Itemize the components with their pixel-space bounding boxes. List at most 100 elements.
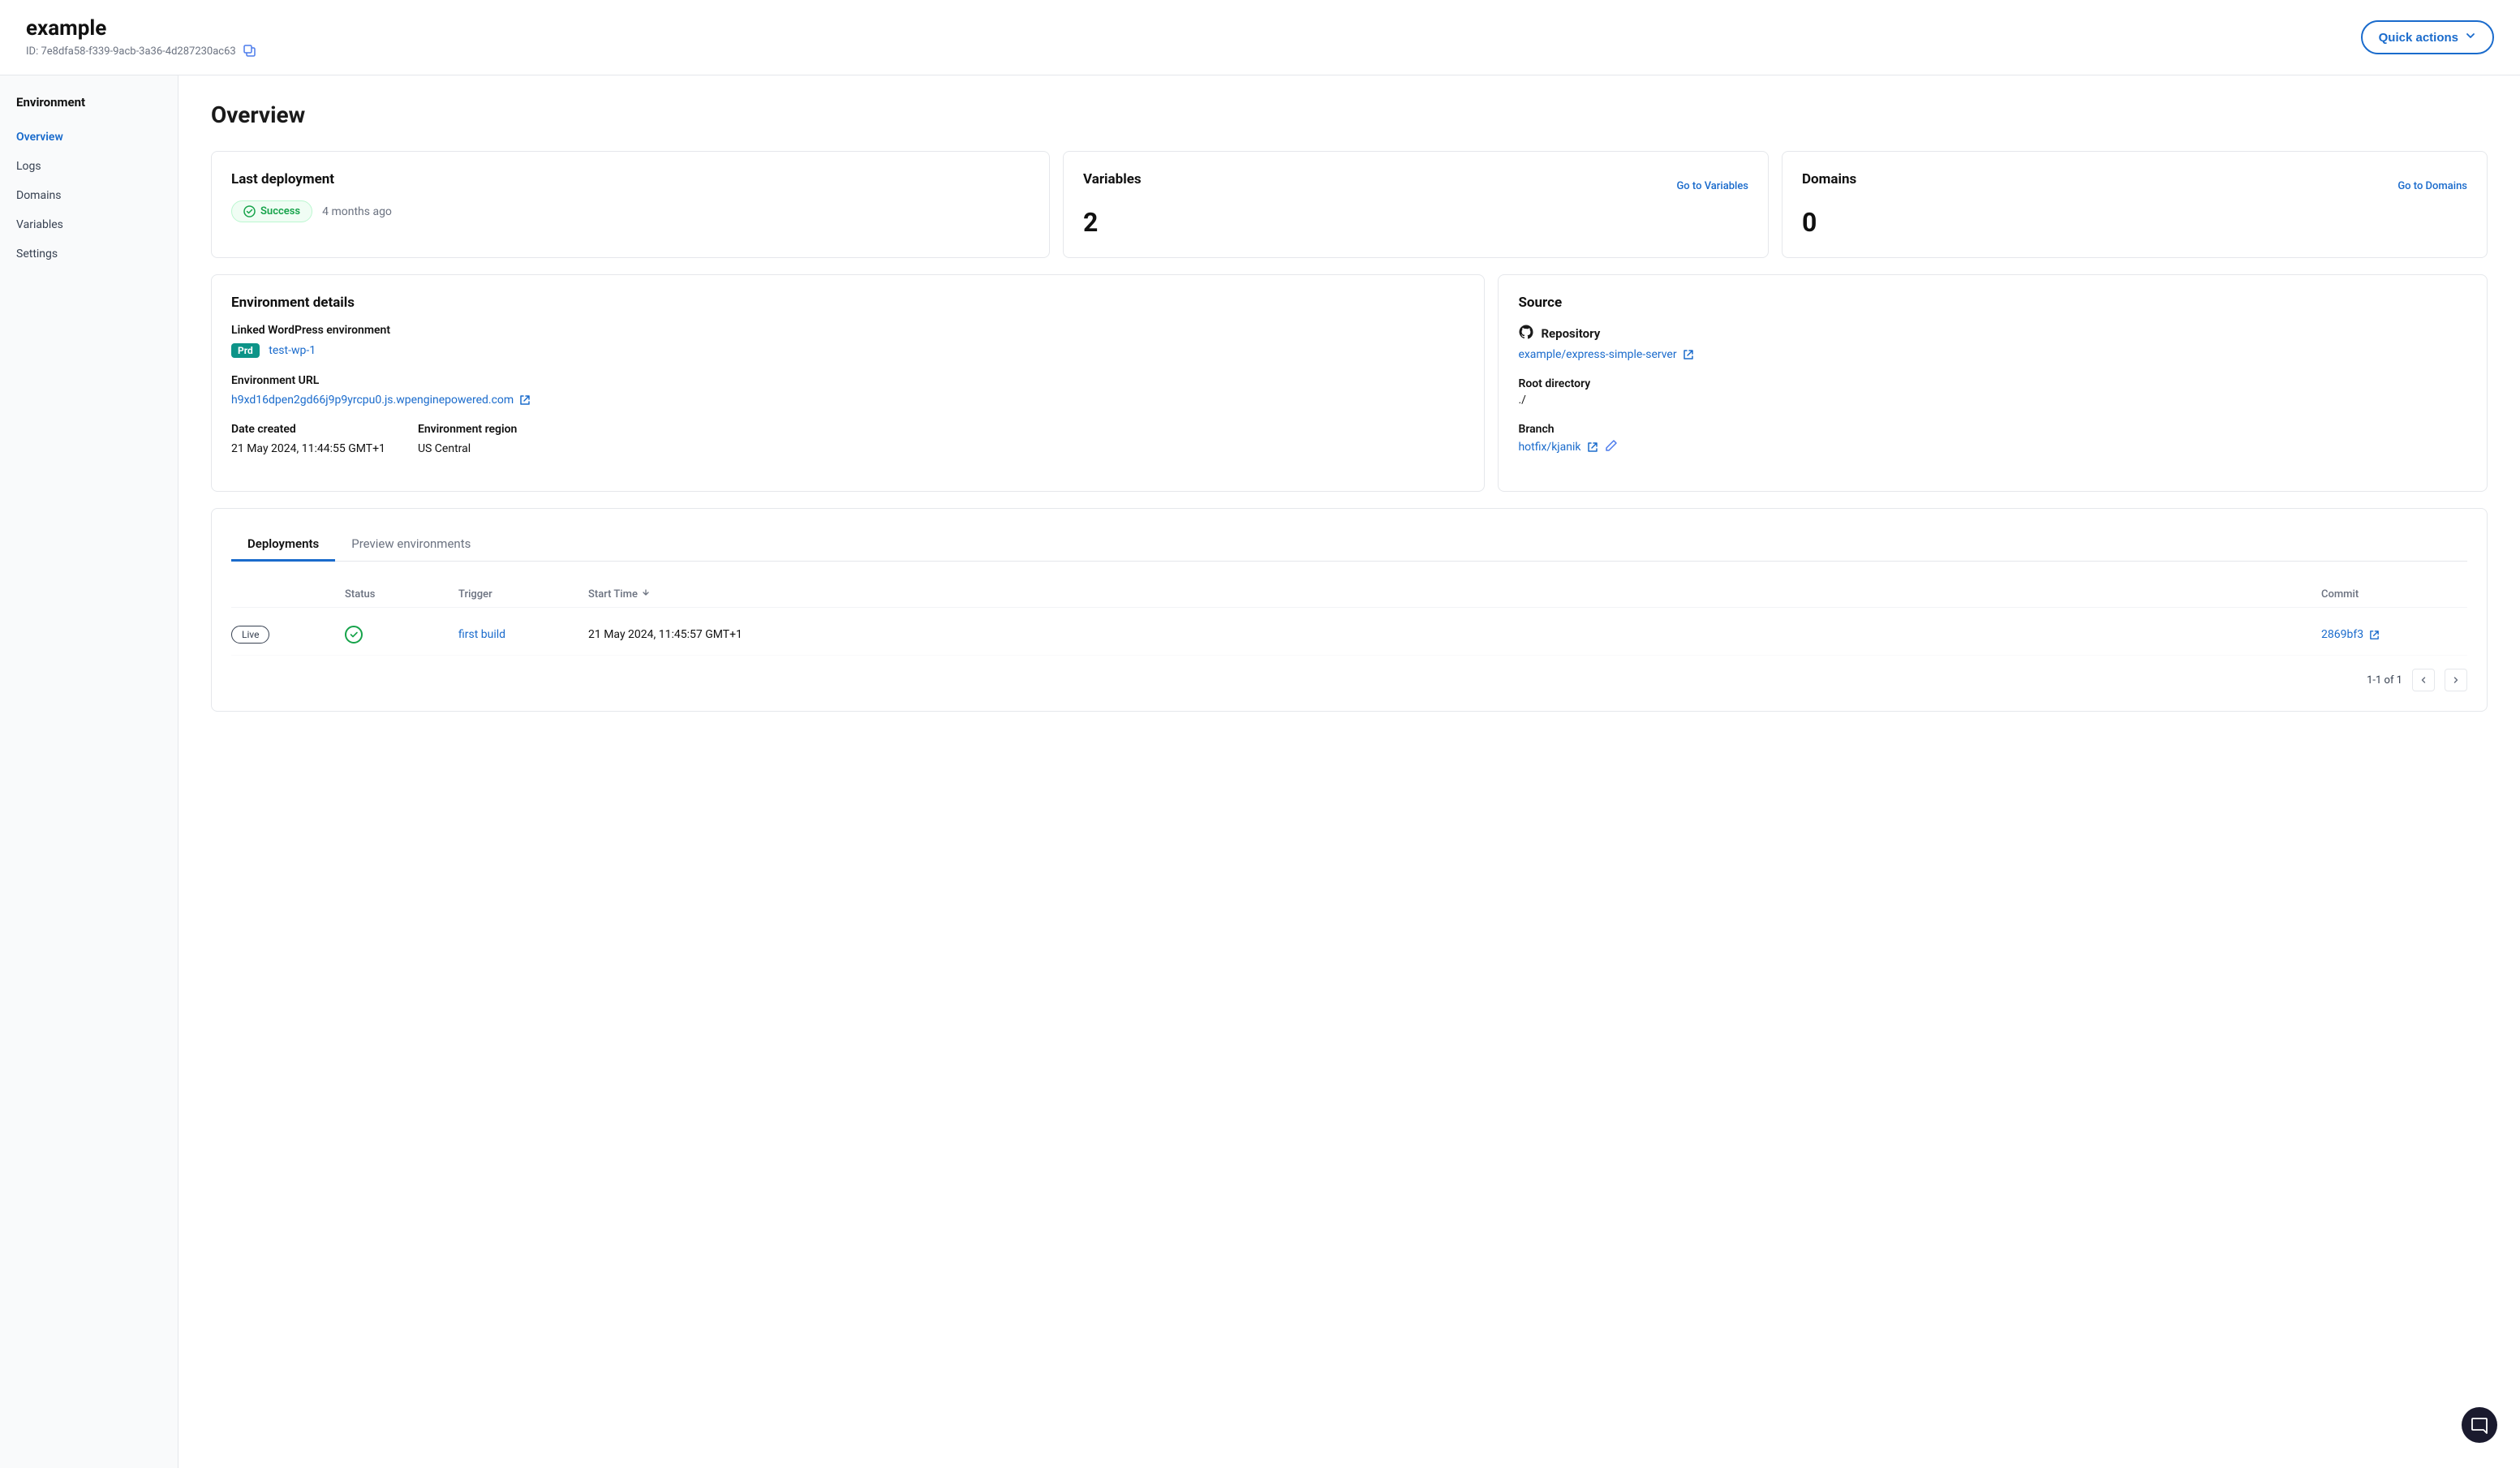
- success-check-icon: [345, 626, 363, 644]
- prd-badge: Prd: [231, 343, 260, 358]
- branch-link[interactable]: hotfix/kjanik: [1518, 441, 1598, 454]
- wp-env-link[interactable]: test-wp-1: [269, 344, 316, 357]
- sidebar-item-settings[interactable]: Settings: [0, 239, 178, 269]
- env-url-text: h9xd16dpen2gd66j9p9yrcpu0.js.wpenginepow…: [231, 394, 514, 407]
- quick-actions-label: Quick actions: [2379, 31, 2458, 45]
- trigger-link[interactable]: first build: [458, 628, 505, 641]
- repo-link-text: example/express-simple-server: [1518, 348, 1676, 361]
- last-deployment-title: Last deployment: [231, 171, 1030, 187]
- linked-wp-label: Linked WordPress environment: [231, 324, 1464, 337]
- app-title: example: [26, 16, 257, 41]
- env-region-label: Environment region: [418, 423, 517, 436]
- sidebar-item-overview[interactable]: Overview: [0, 123, 178, 152]
- header-left: example ID: 7e8dfa58-f339-9acb-3a36-4d28…: [26, 16, 257, 58]
- commit-col: 2869bf3: [2321, 628, 2467, 641]
- app-id-text: ID: 7e8dfa58-f339-9acb-3a36-4d287230ac63: [26, 45, 236, 58]
- repo-label: Repository: [1541, 326, 1600, 341]
- env-details-title: Environment details: [231, 295, 1464, 311]
- env-region-col: Environment region US Central: [418, 423, 517, 455]
- date-created-col: Date created 21 May 2024, 11:44:55 GMT+1: [231, 423, 385, 455]
- cards-row: Last deployment Success 4 months ago Var…: [211, 151, 2488, 258]
- date-region-row: Date created 21 May 2024, 11:44:55 GMT+1…: [231, 423, 1464, 455]
- col-header-status-icon: Status: [345, 588, 458, 601]
- chevron-down-icon: [2465, 30, 2476, 45]
- sidebar: Environment Overview Logs Domains Variab…: [0, 75, 178, 1468]
- branch-row: hotfix/kjanik: [1518, 439, 2467, 455]
- layout: Environment Overview Logs Domains Variab…: [0, 75, 2520, 1468]
- trigger-col: first build: [458, 628, 588, 641]
- sidebar-item-logs[interactable]: Logs: [0, 152, 178, 181]
- col-header-commit: Commit: [2321, 588, 2467, 601]
- main-content: Overview Last deployment Success 4 month…: [178, 75, 2520, 1468]
- source-card: Source Repository example/express-simple…: [1498, 274, 2488, 492]
- variables-title: Variables: [1083, 171, 1142, 187]
- status-check-col: [345, 626, 458, 644]
- external-link-icon-branch: [1587, 441, 1598, 453]
- live-badge-col: Live: [231, 626, 345, 644]
- next-page-button[interactable]: [2445, 669, 2467, 691]
- variables-card: Variables Go to Variables 2: [1063, 151, 1769, 258]
- linked-wp-value-row: Prd test-wp-1: [231, 343, 1464, 358]
- repo-header: Repository: [1518, 324, 2467, 343]
- env-url-link[interactable]: h9xd16dpen2gd66j9p9yrcpu0.js.wpenginepow…: [231, 394, 531, 407]
- variables-count: 2: [1083, 207, 1748, 238]
- table-row: Live first build 21 May 2024, 11:45:57 G…: [231, 614, 2467, 656]
- repo-section: Repository example/express-simple-server: [1518, 324, 2467, 361]
- root-dir-value: ./: [1518, 394, 2467, 407]
- branch-section: Branch hotfix/kjanik: [1518, 423, 2467, 455]
- tab-preview-environments[interactable]: Preview environments: [335, 528, 487, 562]
- domains-card-header: Domains Go to Domains: [1802, 171, 2467, 200]
- repo-link[interactable]: example/express-simple-server: [1518, 348, 1693, 361]
- commit-link[interactable]: 2869bf3: [2321, 628, 2380, 641]
- date-created-value: 21 May 2024, 11:44:55 GMT+1: [231, 442, 385, 455]
- tabs-row: Deployments Preview environments: [231, 528, 2467, 562]
- table-header: Status Trigger Start Time Commit: [231, 581, 2467, 608]
- env-region-value: US Central: [418, 442, 517, 455]
- date-created-label: Date created: [231, 423, 385, 436]
- last-deployment-card: Last deployment Success 4 months ago: [211, 151, 1050, 258]
- status-badge-success: Success: [231, 200, 312, 222]
- app-id-row: ID: 7e8dfa58-f339-9acb-3a36-4d287230ac63: [26, 44, 257, 58]
- env-url-section: Environment URL h9xd16dpen2gd66j9p9yrcpu…: [231, 374, 1464, 407]
- env-url-label: Environment URL: [231, 374, 1464, 387]
- sidebar-item-domains[interactable]: Domains: [0, 181, 178, 210]
- sidebar-title: Environment: [0, 95, 178, 123]
- go-to-domains-link[interactable]: Go to Domains: [2397, 180, 2467, 192]
- sidebar-nav: Overview Logs Domains Variables Settings: [0, 123, 178, 269]
- live-badge: Live: [231, 626, 269, 644]
- branch-label: Branch: [1518, 423, 2467, 436]
- external-link-icon: [519, 394, 531, 406]
- branch-link-text: hotfix/kjanik: [1518, 441, 1580, 454]
- domains-title: Domains: [1802, 171, 1856, 187]
- start-time-col: 21 May 2024, 11:45:57 GMT+1: [588, 628, 2321, 641]
- details-row: Environment details Linked WordPress env…: [211, 274, 2488, 492]
- commit-hash: 2869bf3: [2321, 628, 2363, 641]
- tab-deployments[interactable]: Deployments: [231, 528, 335, 562]
- col-header-trigger: Trigger: [458, 588, 588, 601]
- root-dir-label: Root directory: [1518, 377, 2467, 390]
- root-dir-section: Root directory ./: [1518, 377, 2467, 407]
- copy-icon[interactable]: [243, 44, 257, 58]
- domains-count: 0: [1802, 207, 2467, 238]
- env-details-card: Environment details Linked WordPress env…: [211, 274, 1485, 492]
- pagination-text: 1-1 of 1: [2367, 674, 2402, 687]
- chat-bubble-button[interactable]: [2462, 1407, 2497, 1443]
- linked-wp-section: Linked WordPress environment Prd test-wp…: [231, 324, 1464, 358]
- sidebar-item-variables[interactable]: Variables: [0, 210, 178, 239]
- page-title: Overview: [211, 101, 2488, 128]
- edit-icon[interactable]: [1605, 439, 1618, 455]
- external-link-icon-repo: [1683, 349, 1694, 360]
- deployment-status: Success 4 months ago: [231, 200, 1030, 222]
- success-label: Success: [260, 205, 300, 217]
- domains-card: Domains Go to Domains 0: [1782, 151, 2488, 258]
- start-time-value: 21 May 2024, 11:45:57 GMT+1: [588, 628, 742, 641]
- deployment-time-ago: 4 months ago: [322, 205, 392, 218]
- sort-icon: [641, 588, 651, 601]
- source-title: Source: [1518, 295, 2467, 311]
- deployments-card: Deployments Preview environments Status …: [211, 508, 2488, 712]
- prev-page-button[interactable]: [2412, 669, 2435, 691]
- go-to-variables-link[interactable]: Go to Variables: [1676, 180, 1748, 192]
- pagination-row: 1-1 of 1: [231, 669, 2467, 691]
- github-icon: [1518, 324, 1534, 343]
- quick-actions-button[interactable]: Quick actions: [2361, 20, 2494, 54]
